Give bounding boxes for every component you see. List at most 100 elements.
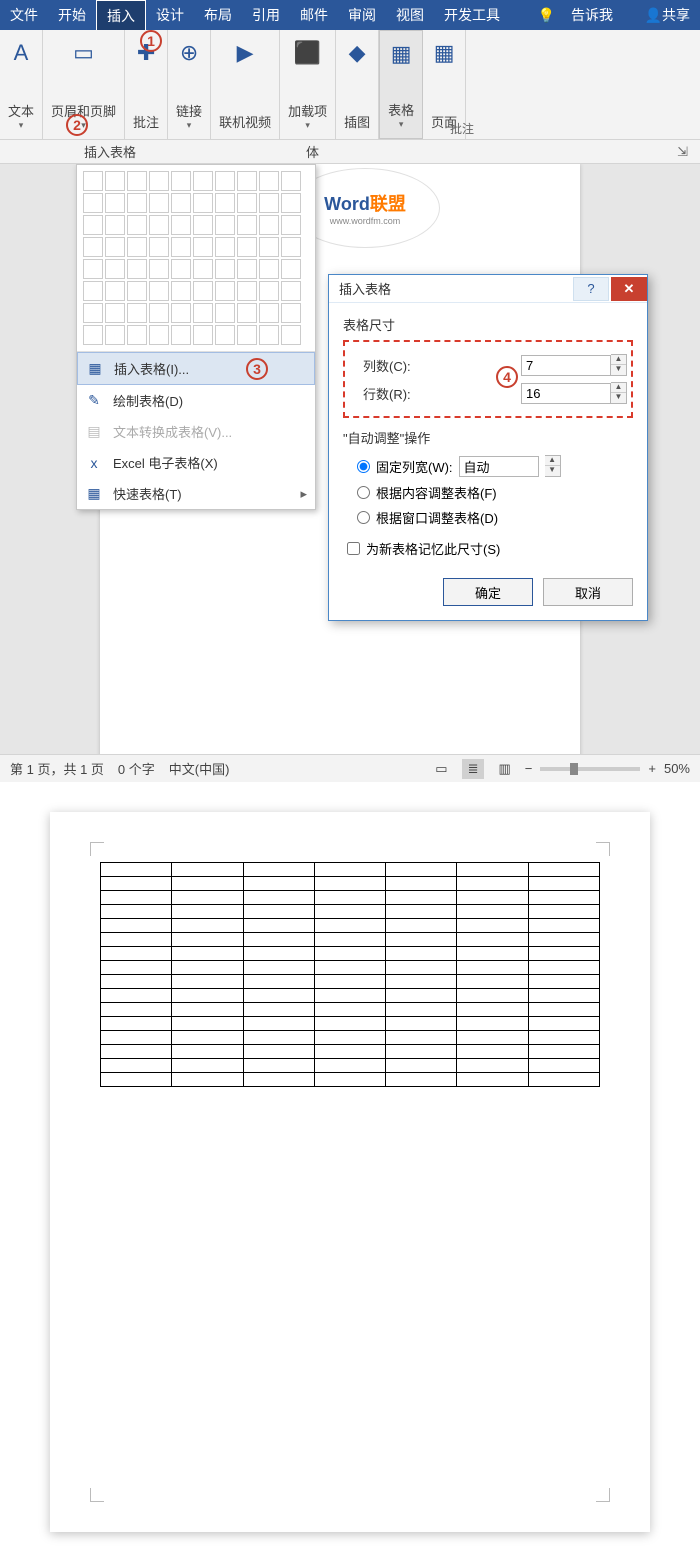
table-cell[interactable] [457,961,528,975]
view-print-icon[interactable]: ≣ [462,759,485,779]
grid-cell[interactable] [237,325,257,345]
table-cell[interactable] [528,989,599,1003]
menu-tab-9[interactable]: 开发工具 [434,0,510,30]
table-cell[interactable] [101,1059,172,1073]
table-cell[interactable] [457,1017,528,1031]
grid-cell[interactable] [171,325,191,345]
table-cell[interactable] [101,919,172,933]
grid-cell[interactable] [259,303,279,323]
zoom-out-button[interactable]: − [525,761,533,776]
table-cell[interactable] [101,1031,172,1045]
remember-size-checkbox[interactable] [347,542,360,555]
table-cell[interactable] [386,975,457,989]
grid-cell[interactable] [237,303,257,323]
menu-tab-3[interactable]: 设计 [146,0,194,30]
grid-cell[interactable] [105,325,125,345]
table-cell[interactable] [243,891,314,905]
table-cell[interactable] [386,933,457,947]
dialog-help-button[interactable]: ? [573,277,609,301]
table-cell[interactable] [101,1045,172,1059]
table-cell[interactable] [243,975,314,989]
status-page[interactable]: 第 1 页，共 1 页 [10,759,104,778]
table-cell[interactable] [172,961,243,975]
table-cell[interactable] [528,1017,599,1031]
grid-cell[interactable] [83,259,103,279]
table-cell[interactable] [243,1045,314,1059]
grid-cell[interactable] [215,171,235,191]
menu-tab-8[interactable]: 视图 [386,0,434,30]
grid-cell[interactable] [193,237,213,257]
grid-cell[interactable] [149,171,169,191]
grid-cell[interactable] [237,281,257,301]
table-cell[interactable] [528,933,599,947]
table-cell[interactable] [386,877,457,891]
grid-cell[interactable] [193,259,213,279]
table-cell[interactable] [457,947,528,961]
table-cell[interactable] [386,863,457,877]
table-cell[interactable] [457,1031,528,1045]
status-lang[interactable]: 中文(中国) [169,759,230,778]
grid-cell[interactable] [105,171,125,191]
grid-cell[interactable] [259,215,279,235]
table-cell[interactable] [243,989,314,1003]
table-cell[interactable] [386,1059,457,1073]
table-menu-item-3[interactable]: xExcel 电子表格(X) [77,447,315,478]
table-cell[interactable] [172,1073,243,1087]
menu-tab-5[interactable]: 引用 [242,0,290,30]
dialog-close-button[interactable]: ✕ [611,277,647,301]
table-cell[interactable] [172,947,243,961]
table-cell[interactable] [457,891,528,905]
table-cell[interactable] [101,905,172,919]
grid-cell[interactable] [193,303,213,323]
table-cell[interactable] [243,877,314,891]
table-cell[interactable] [243,947,314,961]
table-cell[interactable] [457,919,528,933]
table-cell[interactable] [172,877,243,891]
grid-cell[interactable] [193,193,213,213]
table-cell[interactable] [386,947,457,961]
ribbon-group-3[interactable]: ⬛加载项▾ [280,30,336,139]
table-cell[interactable] [528,1045,599,1059]
table-cell[interactable] [101,877,172,891]
table-cell[interactable] [457,1059,528,1073]
grid-cell[interactable] [215,259,235,279]
table-cell[interactable] [528,877,599,891]
table-cell[interactable] [386,1003,457,1017]
table-size-grid[interactable] [77,165,315,351]
table-cell[interactable] [314,933,385,947]
grid-cell[interactable] [83,237,103,257]
menu-tell-me[interactable]: 告诉我 [561,0,623,30]
grid-cell[interactable] [215,281,235,301]
grid-cell[interactable] [149,237,169,257]
table-cell[interactable] [172,1031,243,1045]
table-cell[interactable] [528,1003,599,1017]
table-cell[interactable] [528,863,599,877]
table-cell[interactable] [314,961,385,975]
grid-cell[interactable] [127,303,147,323]
table-cell[interactable] [528,1059,599,1073]
menu-tab-4[interactable]: 布局 [194,0,242,30]
ribbon-group-2[interactable]: ◆插图 [336,30,379,139]
grid-cell[interactable] [281,325,301,345]
table-cell[interactable] [172,891,243,905]
table-cell[interactable] [243,1017,314,1031]
grid-cell[interactable] [127,281,147,301]
table-cell[interactable] [528,961,599,975]
table-cell[interactable] [314,975,385,989]
grid-cell[interactable] [193,171,213,191]
grid-cell[interactable] [105,215,125,235]
grid-cell[interactable] [215,303,235,323]
grid-cell[interactable] [171,171,191,191]
fixed-width-radio[interactable] [357,460,370,473]
status-words[interactable]: 0 个字 [118,759,155,778]
table-cell[interactable] [101,961,172,975]
ribbon-group-1[interactable]: ▦表格▾ [379,30,423,139]
menu-share[interactable]: 共享 [662,5,690,25]
fixed-width-spinner[interactable]: ▲▼ [545,455,561,477]
table-cell[interactable] [314,1045,385,1059]
rows-input[interactable] [521,383,611,404]
table-cell[interactable] [172,863,243,877]
table-cell[interactable] [101,891,172,905]
grid-cell[interactable] [149,325,169,345]
table-cell[interactable] [243,961,314,975]
